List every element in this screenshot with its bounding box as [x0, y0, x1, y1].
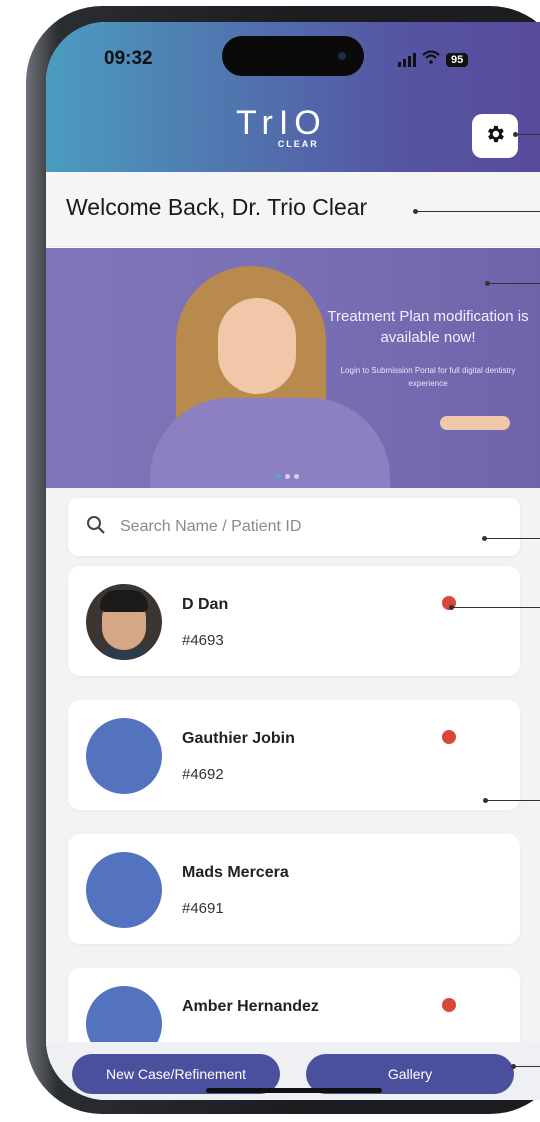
callout-line [449, 605, 540, 610]
banner-model-sweater [150, 398, 390, 488]
gear-icon [484, 123, 506, 150]
pagination-dot[interactable] [294, 474, 299, 479]
patient-name: D Dan [182, 596, 229, 613]
home-indicator[interactable] [206, 1088, 382, 1093]
avatar [86, 852, 162, 928]
status-dot [442, 730, 456, 744]
pagination-dot[interactable] [285, 474, 290, 479]
banner-model-face [218, 298, 296, 394]
logo-text: TrIO [236, 104, 327, 142]
battery-icon: 95 [446, 52, 469, 67]
signal-icon [398, 52, 416, 67]
status-icons: 95 [398, 50, 469, 69]
search-icon [86, 515, 106, 540]
patient-id: #4691 [182, 900, 224, 917]
search-bar[interactable] [68, 498, 520, 556]
patient-id: #4692 [182, 766, 224, 783]
trio-clear-logo: TrIO CLEAR [236, 104, 327, 149]
promo-banner[interactable]: Treatment Plan modification is available… [46, 248, 540, 488]
status-dot [442, 998, 456, 1012]
app-screen: 09:32 95 TrIO CLEAR Welcome Back, Dr. Tr… [46, 22, 540, 1100]
search-input[interactable] [118, 517, 482, 537]
patient-card[interactable]: D Dan #4693 [68, 566, 520, 676]
app-header: 09:32 95 TrIO CLEAR [46, 22, 540, 172]
settings-button[interactable] [472, 114, 518, 158]
callout-line [513, 132, 540, 137]
patient-id: #4693 [182, 632, 224, 649]
camera-dot [338, 52, 346, 60]
callout-line [485, 281, 540, 286]
banner-pagination[interactable] [276, 474, 299, 479]
patient-card[interactable]: Mads Mercera #4691 [68, 834, 520, 944]
status-time: 09:32 [104, 48, 153, 69]
patient-name: Gauthier Jobin [182, 730, 295, 747]
callout-line [483, 798, 540, 803]
avatar [86, 718, 162, 794]
dynamic-island [222, 36, 364, 76]
banner-subtitle: Login to Submission Portal for full digi… [340, 366, 516, 388]
patient-list-area: D Dan #4693 Gauthier Jobin #4692 Mads Me… [46, 488, 540, 1100]
callout-line [482, 536, 540, 541]
avatar [86, 584, 162, 660]
patient-name: Mads Mercera [182, 864, 289, 881]
banner-title: Treatment Plan modification is available… [327, 308, 529, 346]
welcome-bar: Welcome Back, Dr. Trio Clear [46, 172, 540, 247]
banner-model-hand [440, 416, 510, 430]
callout-line [511, 1064, 540, 1069]
patient-card[interactable]: Gauthier Jobin #4692 [68, 700, 520, 810]
pagination-dot[interactable] [276, 474, 281, 479]
patient-name: Amber Hernandez [182, 998, 319, 1015]
wifi-icon [422, 50, 440, 69]
callout-line [413, 209, 540, 214]
welcome-message: Welcome Back, Dr. Trio Clear [66, 194, 368, 220]
